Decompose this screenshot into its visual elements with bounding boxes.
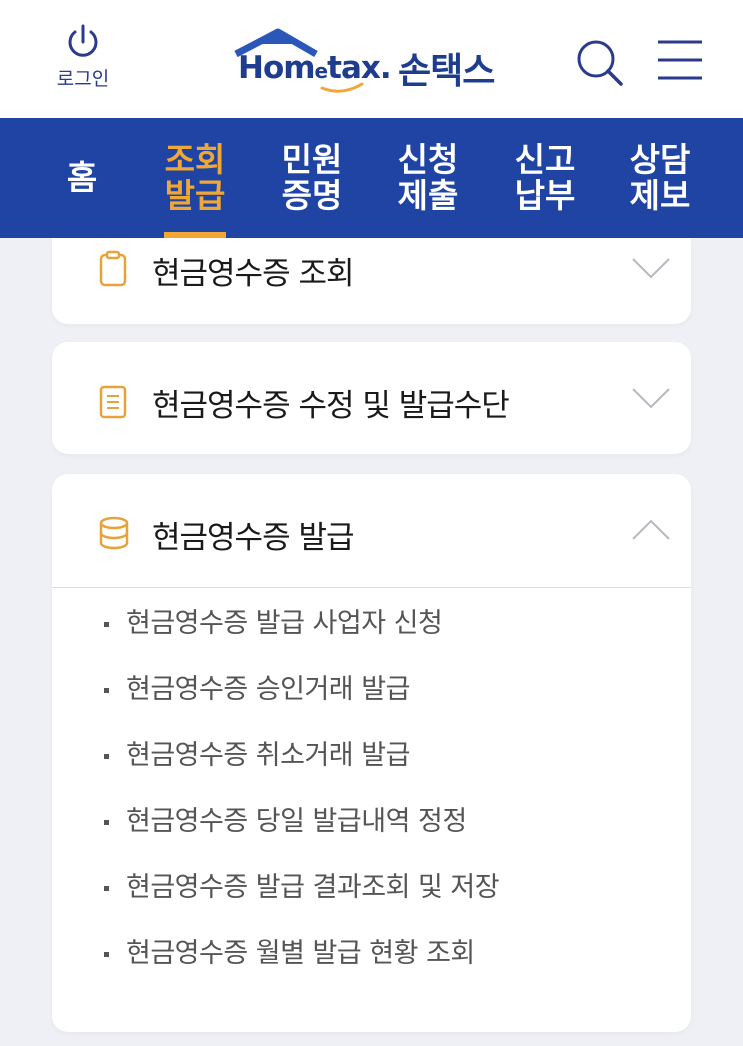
chevron-up-icon[interactable] — [631, 518, 671, 542]
section-title: 현금영수증 발급 — [152, 520, 354, 556]
section-cash-receipt-inquiry: 현금영수증 조회 — [52, 238, 691, 324]
nav-report-pay[interactable]: 신고 납부 — [508, 118, 582, 238]
sub-menu-item[interactable]: 현금영수증 취소거래 발급 — [52, 736, 691, 802]
nav-home-label: 홈 — [66, 158, 98, 197]
nav-civil-certificate[interactable]: 민원 증명 — [276, 118, 348, 238]
section-header[interactable]: 현금영수증 수정 및 발급수단 — [52, 342, 691, 454]
sub-menu-item[interactable]: 현금영수증 월별 발급 현황 조회 — [52, 934, 691, 1000]
nav-apply-submit-label: 신청 제출 — [397, 140, 459, 215]
logo-wordmark: Hometax. — [238, 50, 392, 86]
sub-menu-item[interactable]: 현금영수증 발급 사업자 신청 — [52, 604, 691, 670]
logo-wordmark-e: e — [314, 59, 329, 83]
nav-inquiry-issue[interactable]: 조회 발급 — [160, 118, 230, 238]
hometax-logo[interactable]: Hometax. 손택스 — [230, 26, 520, 96]
nav-inquiry-issue-label: 조회 발급 — [164, 140, 226, 215]
sub-menu-item[interactable]: 현금영수증 승인거래 발급 — [52, 670, 691, 736]
nav-consult-report[interactable]: 상담 제보 — [624, 118, 696, 238]
main-nav: 홈 조회 발급 민원 증명 신청 제출 신고 납부 상담 제보 — [0, 118, 743, 238]
logo-wordmark-a: Hom — [238, 50, 316, 86]
section-header[interactable]: 현금영수증 조회 — [52, 238, 691, 324]
nav-consult-report-label: 상담 제보 — [629, 140, 691, 215]
login-button[interactable]: 로그인 — [44, 22, 122, 102]
sub-menu-item[interactable]: 현금영수증 발급 결과조회 및 저장 — [52, 868, 691, 934]
nav-apply-submit[interactable]: 신청 제출 — [392, 118, 464, 238]
nav-report-pay-label: 신고 납부 — [514, 140, 576, 215]
hamburger-menu-icon[interactable] — [656, 38, 704, 82]
document-icon — [99, 385, 127, 419]
clipboard-icon — [99, 250, 127, 287]
login-label: 로그인 — [56, 68, 110, 90]
logo-korean: 손택스 — [398, 51, 495, 92]
app-header: 로그인 Hometax. 손택스 — [0, 0, 743, 118]
chevron-down-icon[interactable] — [631, 256, 671, 280]
chevron-down-icon[interactable] — [631, 386, 671, 410]
section-title: 현금영수증 조회 — [152, 256, 354, 292]
section-header[interactable]: 현금영수증 발급 — [52, 474, 691, 588]
database-icon — [99, 516, 129, 550]
search-icon[interactable] — [574, 38, 626, 88]
logo-wordmark-b: tax. — [327, 50, 392, 86]
section-cash-receipt-edit: 현금영수증 수정 및 발급수단 — [52, 342, 691, 454]
power-icon — [68, 24, 98, 57]
section-cash-receipt-issue: 현금영수증 발급 현금영수증 발급 사업자 신청 현금영수증 승인거래 발급 현… — [52, 474, 691, 1032]
nav-civil-certificate-label: 민원 증명 — [281, 140, 343, 215]
nav-home[interactable]: 홈 — [48, 118, 116, 238]
sub-menu-item[interactable]: 현금영수증 당일 발급내역 정정 — [52, 802, 691, 868]
section-title: 현금영수증 수정 및 발급수단 — [152, 388, 510, 424]
sub-menu-list: 현금영수증 발급 사업자 신청 현금영수증 승인거래 발급 현금영수증 취소거래… — [52, 604, 691, 1000]
